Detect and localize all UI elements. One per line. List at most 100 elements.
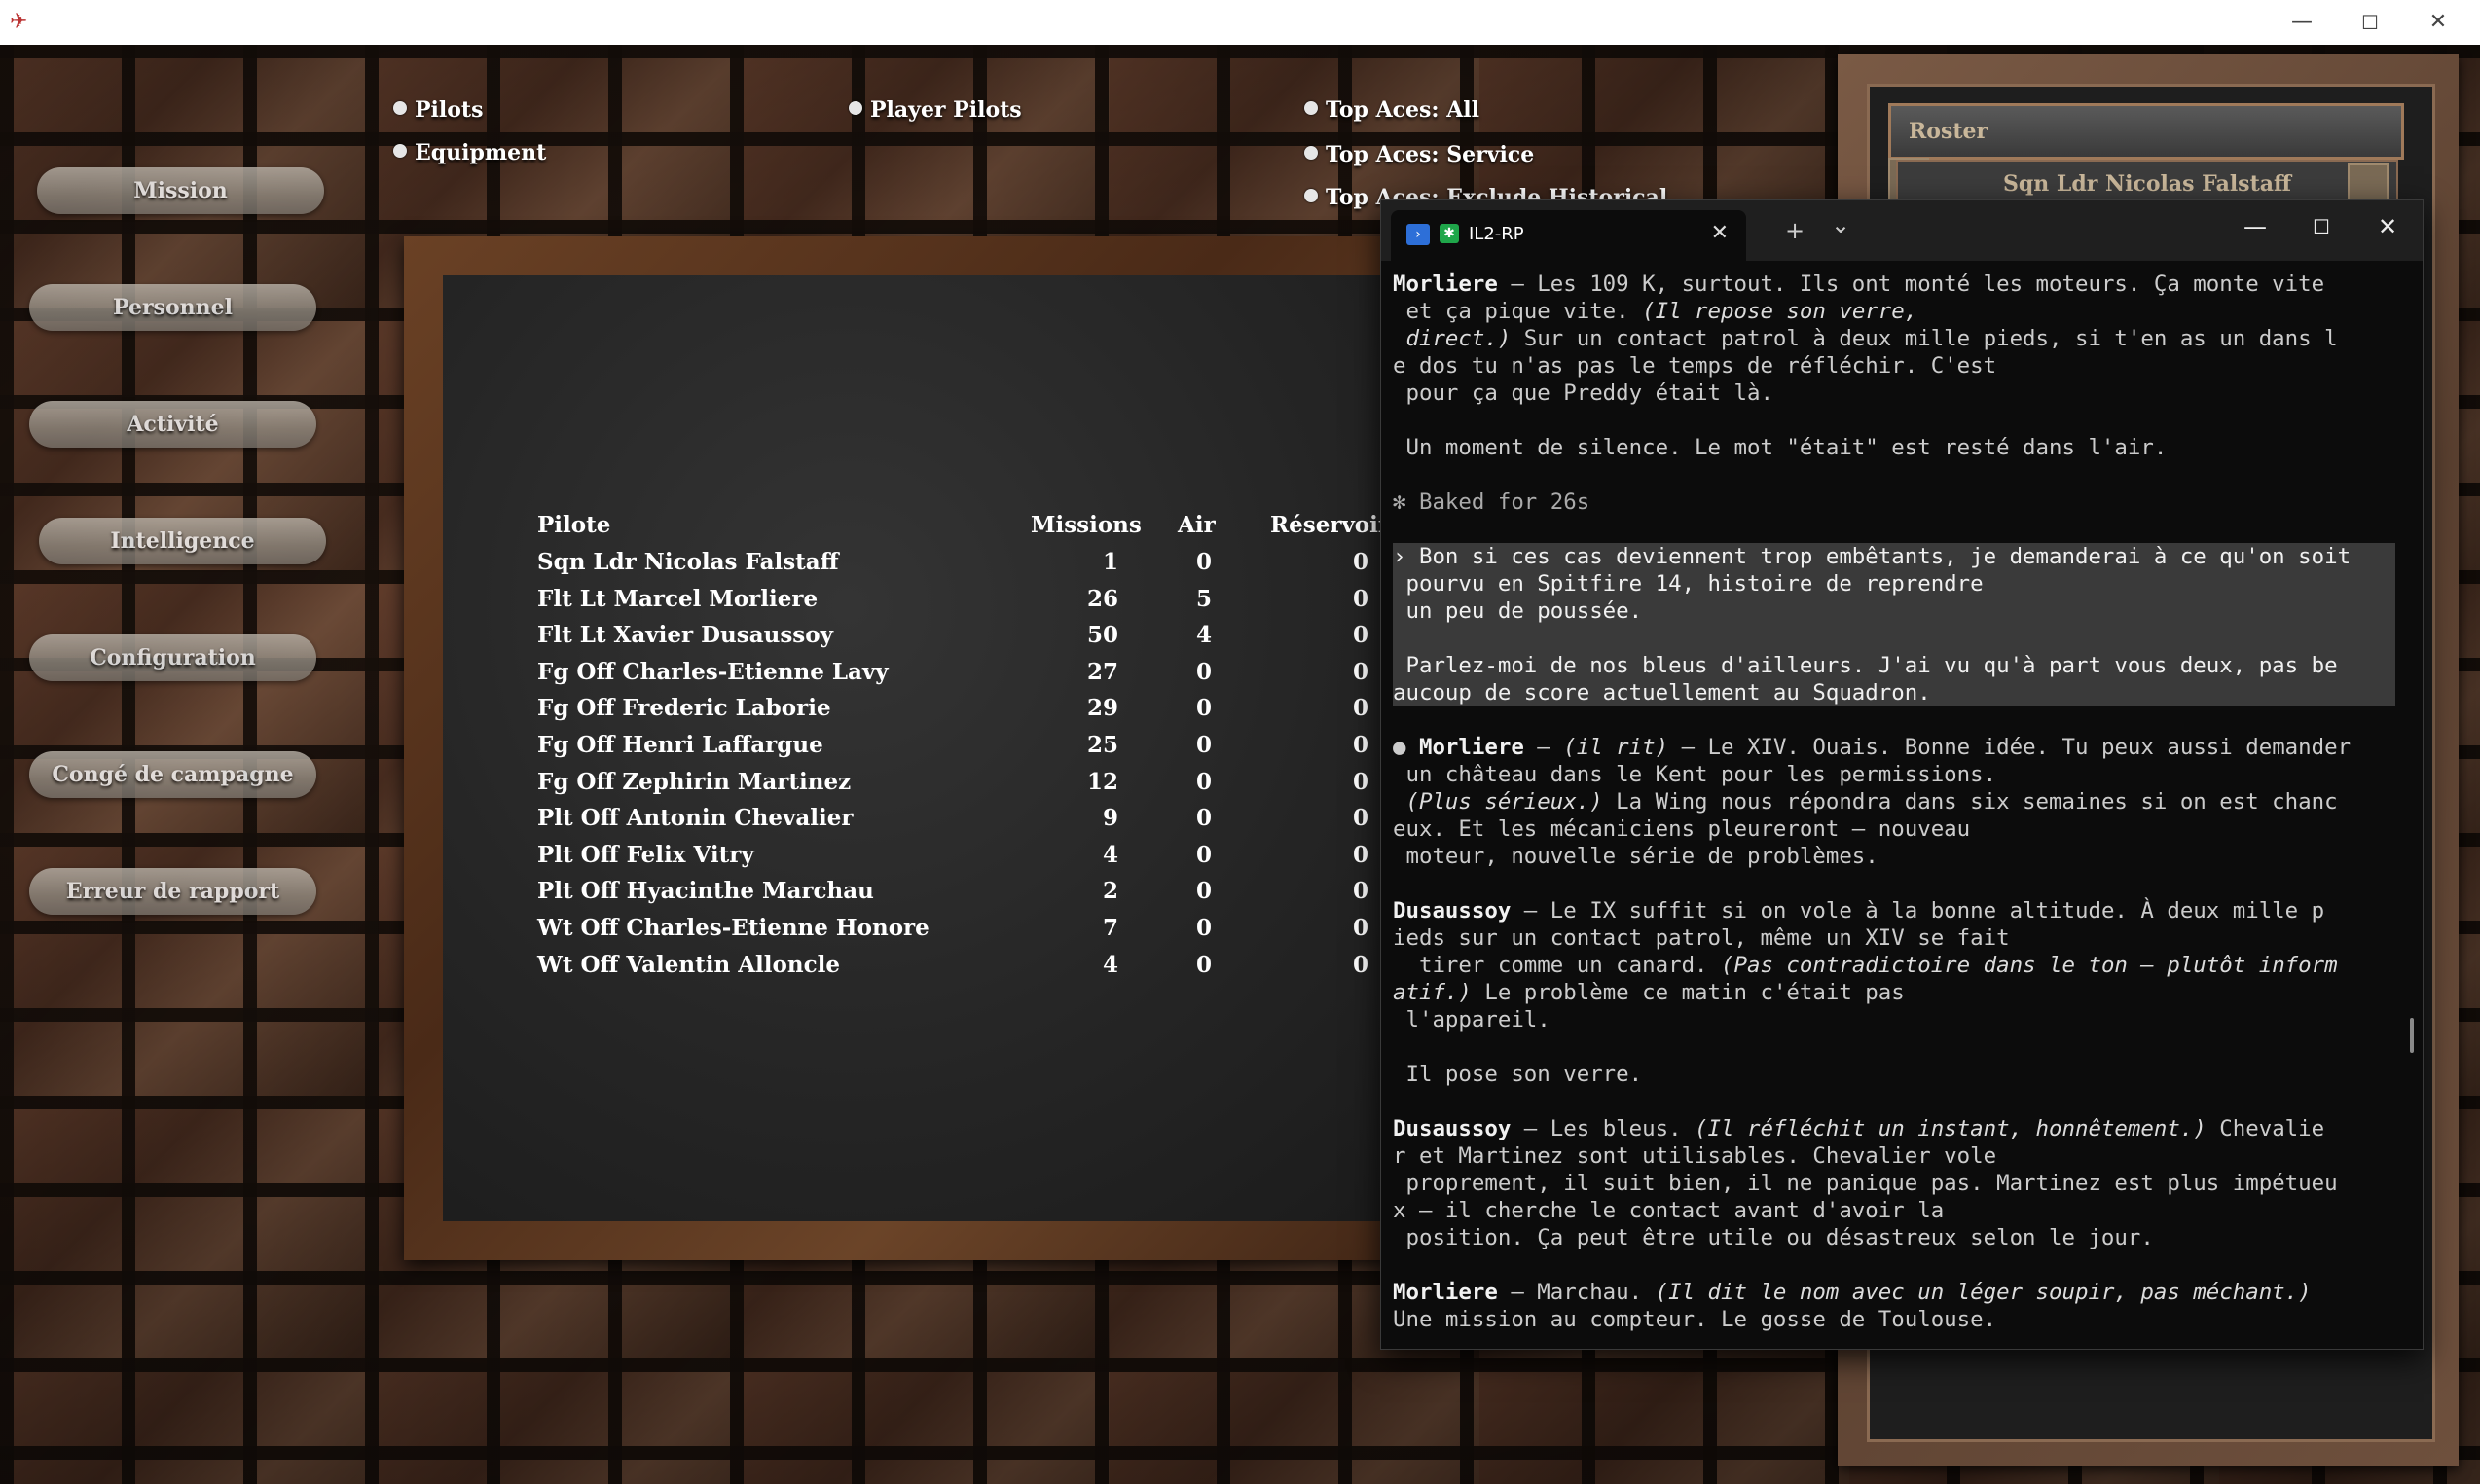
- reservoir-cell: 0: [1352, 695, 1368, 721]
- radio-icon: [393, 144, 407, 158]
- maximize-button[interactable]: ☐: [2336, 0, 2404, 45]
- close-button[interactable]: ✕: [2404, 0, 2472, 45]
- minimize-button[interactable]: —: [2268, 0, 2336, 45]
- terminal-scrollbar[interactable]: [2410, 1018, 2414, 1053]
- reservoir-cell: 0: [1352, 952, 1368, 978]
- stage-direction: (Plus sérieux.): [1393, 789, 1603, 814]
- pilot-name-cell: Plt Off Felix Vitry: [537, 842, 754, 868]
- pilot-name-cell: Wt Off Valentin Alloncle: [537, 952, 840, 978]
- stage-direction: (Il dit le nom avec un léger soupir, pas…: [1655, 1280, 2312, 1305]
- option-top-aces-service[interactable]: Top Aces: Service: [1304, 142, 1534, 167]
- terminal-line: Une mission au compteur. Le gosse de Tou…: [1393, 1307, 1997, 1332]
- option-pilots[interactable]: Pilots: [393, 97, 483, 123]
- terminal-line: — Le IX suffit si on vole à la bonne alt…: [1511, 898, 2325, 923]
- missions-cell: 7: [1102, 915, 1118, 941]
- air-cell: 0: [1195, 769, 1212, 795]
- terminal-line: proprement, il suit bien, il ne panique …: [1393, 1171, 2338, 1196]
- terminal-line: — Marchau.: [1497, 1280, 1656, 1305]
- tab-close-icon[interactable]: ✕: [1711, 220, 1729, 247]
- air-cell: 0: [1195, 952, 1212, 978]
- stage-direction: (il rit): [1563, 735, 1669, 760]
- terminal-tabbar: › ✱ IL2-RP ✕ + ⌄ — ☐ ✕: [1381, 200, 2423, 261]
- air-cell: 0: [1195, 695, 1212, 721]
- speaker-name: Dusaussoy: [1393, 1116, 1512, 1141]
- pilot-name-cell: Fg Off Charles-Etienne Lavy: [537, 659, 889, 685]
- pilot-name-cell: Flt Lt Xavier Dusaussoy: [537, 622, 833, 648]
- air-cell: 0: [1195, 549, 1212, 575]
- stage-direction: atif.): [1393, 980, 1472, 1005]
- col-header-air: Air: [1178, 512, 1216, 538]
- terminal-close-button[interactable]: ✕: [2358, 212, 2417, 241]
- radio-icon: [1304, 189, 1318, 202]
- user-prompt-line: [1393, 625, 2395, 652]
- nav-personnel-button[interactable]: Personnel: [29, 284, 316, 331]
- terminal-line: Le problème ce matin c'était pas: [1471, 980, 1905, 1005]
- terminal-line: Il pose son verre.: [1393, 1062, 1643, 1087]
- nav-configuration-button[interactable]: Configuration: [29, 634, 316, 681]
- tab-title: IL2-RP: [1469, 224, 1524, 244]
- option-top-aces-all[interactable]: Top Aces: All: [1304, 97, 1479, 123]
- terminal-line: et ça pique vite.: [1393, 299, 1643, 324]
- bullet-icon: ●: [1393, 735, 1419, 760]
- terminal-line: La Wing nous répondra dans six semaines …: [1602, 789, 2338, 814]
- terminal-line: ieds sur un contact patrol, même un XIV …: [1393, 925, 2010, 951]
- nav-activite-button[interactable]: Activité: [29, 401, 316, 448]
- roster-header: Roster: [1888, 103, 2404, 160]
- powershell-icon: ›: [1406, 224, 1430, 245]
- option-equipment[interactable]: Equipment: [393, 140, 546, 165]
- stage-direction: (Il réfléchit un instant, honnêtement.): [1695, 1116, 2206, 1141]
- pilot-name-cell: Flt Lt Marcel Morliere: [537, 586, 819, 612]
- reservoir-cell: 0: [1352, 732, 1368, 758]
- air-cell: 0: [1195, 878, 1212, 904]
- reservoir-cell: 0: [1352, 915, 1368, 941]
- reservoir-cell: 0: [1352, 842, 1368, 868]
- air-cell: 0: [1195, 915, 1212, 941]
- tab-dropdown-button[interactable]: ⌄: [1821, 210, 1860, 239]
- terminal-window[interactable]: › ✱ IL2-RP ✕ + ⌄ — ☐ ✕ Morliere — Les 10…: [1380, 199, 2424, 1350]
- radio-icon: [1304, 101, 1318, 115]
- reservoir-cell: 0: [1352, 878, 1368, 904]
- terminal-line: pour ça que Preddy était là.: [1393, 380, 1773, 406]
- terminal-line: —: [1523, 735, 1564, 760]
- pilot-name-cell: Plt Off Hyacinthe Marchau: [537, 878, 874, 904]
- reservoir-cell: 0: [1352, 586, 1368, 612]
- col-header-missions: Missions: [1031, 512, 1142, 538]
- air-cell: 4: [1195, 622, 1212, 648]
- missions-cell: 2: [1102, 878, 1118, 904]
- missions-cell: 27: [1086, 659, 1118, 685]
- terminal-line: eux. Et les mécaniciens pleureront — nou…: [1393, 816, 1971, 842]
- radio-icon: [849, 101, 862, 115]
- pilot-name-cell: Plt Off Antonin Chevalier: [537, 805, 854, 831]
- nav-erreur-rapport-button[interactable]: Erreur de rapport: [29, 868, 316, 915]
- nav-mission-button[interactable]: Mission: [37, 167, 324, 214]
- missions-cell: 12: [1086, 769, 1118, 795]
- nav-intelligence-button[interactable]: Intelligence: [39, 518, 326, 564]
- missions-cell: 29: [1086, 695, 1118, 721]
- speaker-name: Morliere: [1393, 271, 1498, 297]
- terminal-minimize-button[interactable]: —: [2226, 212, 2284, 241]
- radio-icon: [393, 101, 407, 115]
- terminal-line: — Les 109 K, surtout. Ils ont monté les …: [1497, 271, 2325, 297]
- pilot-name-cell: Fg Off Frederic Laborie: [537, 695, 831, 721]
- stage-direction: (Pas contradictoire dans le ton — plutôt…: [1721, 953, 2338, 978]
- option-player-pilots[interactable]: Player Pilots: [849, 97, 1022, 123]
- new-tab-button[interactable]: +: [1775, 216, 1814, 245]
- terminal-tab[interactable]: › ✱ IL2-RP ✕: [1391, 210, 1746, 261]
- reservoir-cell: 0: [1352, 549, 1368, 575]
- terminal-line: r et Martinez sont utilisables. Chevalie…: [1393, 1143, 1997, 1169]
- terminal-line: position. Ça peut être utile ou désastre…: [1393, 1225, 2154, 1250]
- air-cell: 5: [1195, 586, 1212, 612]
- terminal-line: moteur, nouvelle série de problèmes.: [1393, 844, 1878, 869]
- air-cell: 0: [1195, 842, 1212, 868]
- terminal-line: Un moment de silence. Le mot "était" est…: [1393, 435, 2168, 460]
- user-prompt-line: › Bon si ces cas deviennent trop embêtan…: [1393, 543, 2395, 570]
- col-header-pilote: Pilote: [537, 512, 611, 538]
- reservoir-cell: 0: [1352, 659, 1368, 685]
- terminal-output[interactable]: Morliere — Les 109 K, surtout. Ils ont m…: [1393, 271, 2395, 1341]
- nav-conge-button[interactable]: Congé de campagne: [29, 751, 316, 798]
- terminal-line: tirer comme un canard.: [1393, 953, 1722, 978]
- terminal-maximize-button[interactable]: ☐: [2292, 212, 2351, 241]
- speaker-name: Morliere: [1393, 1280, 1498, 1305]
- stage-direction: (Il repose son verre,: [1642, 299, 1918, 324]
- pilot-name-cell: Sqn Ldr Nicolas Falstaff: [537, 549, 839, 575]
